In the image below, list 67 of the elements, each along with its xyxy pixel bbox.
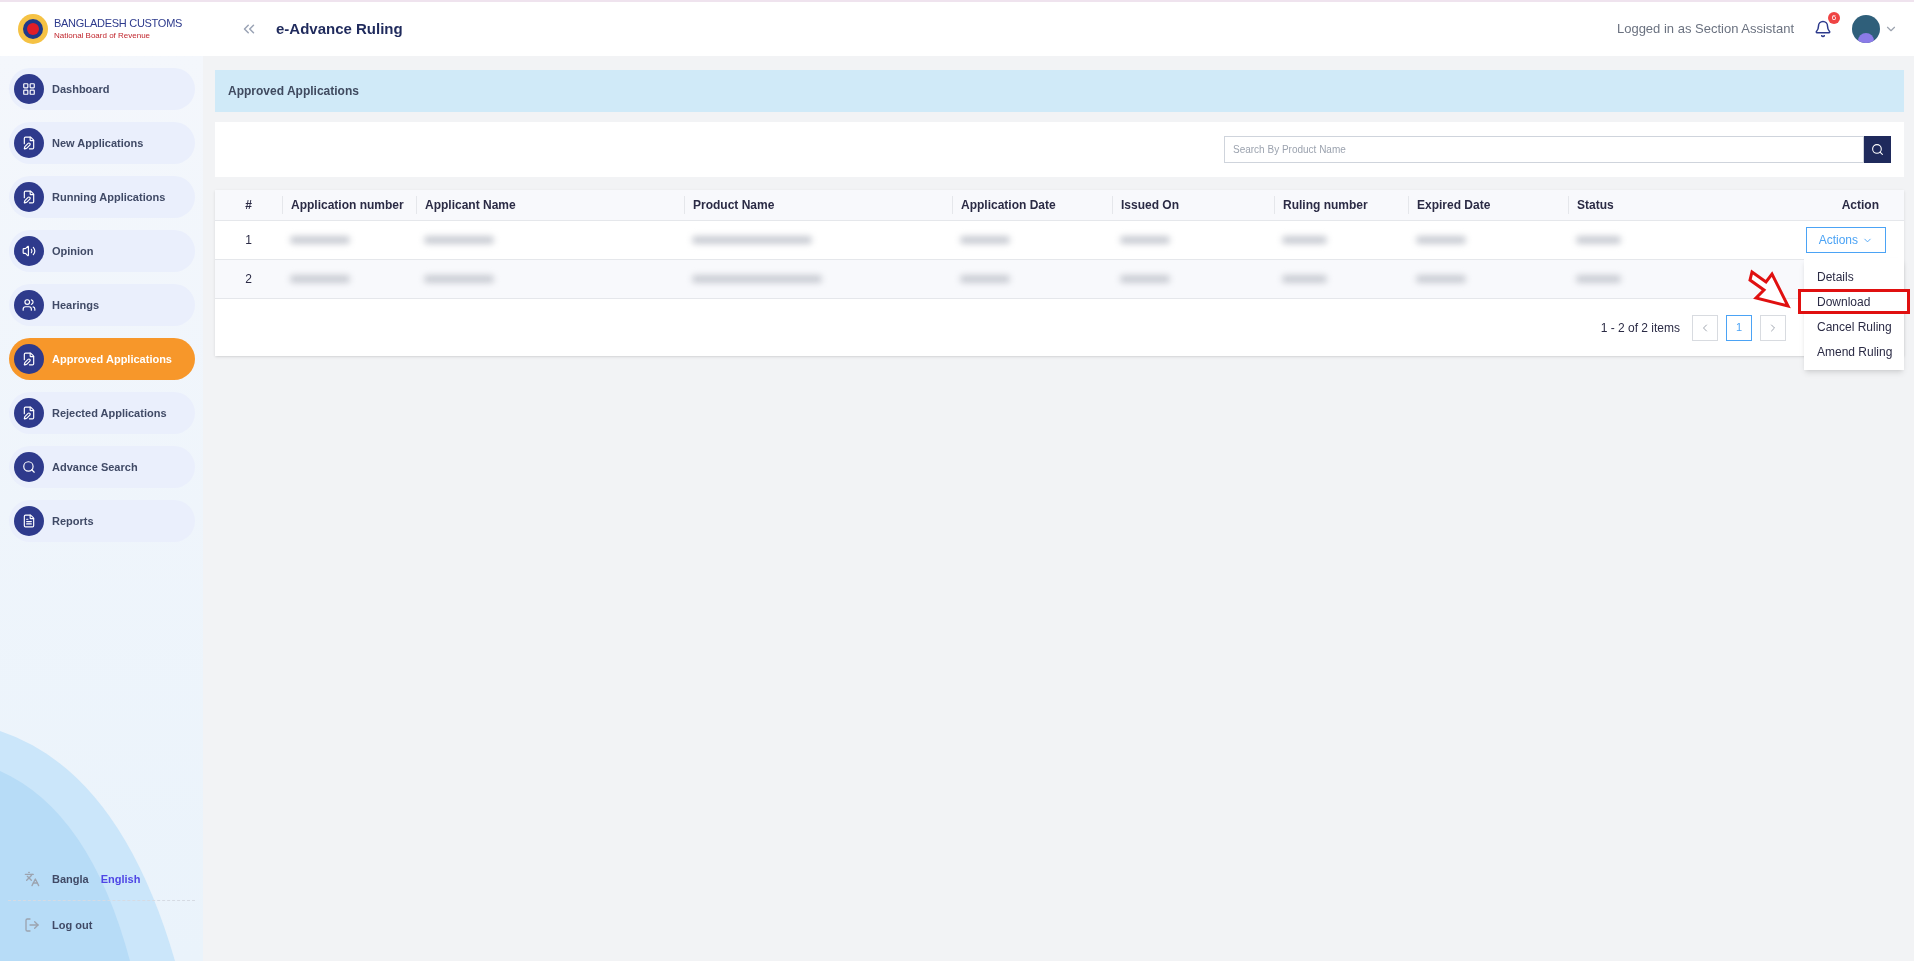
redacted-text	[960, 275, 1010, 283]
search-icon	[22, 460, 36, 474]
page-title: Approved Applications	[228, 83, 359, 100]
document-edit-icon	[22, 406, 36, 420]
document-icon	[22, 514, 36, 528]
redacted-text	[1120, 275, 1170, 283]
pagination-summary: 1 - 2 of 2 items	[1600, 319, 1680, 337]
translate-icon	[24, 871, 40, 888]
redacted-text	[1120, 236, 1170, 244]
logged-in-user-text: Logged in as Section Assistant	[1616, 20, 1794, 39]
logout-button[interactable]: Log out	[0, 900, 203, 949]
search-field[interactable]: Search By Product Name	[1224, 136, 1864, 163]
redacted-text	[424, 236, 494, 244]
column-header: Status	[1568, 196, 1703, 214]
language-option[interactable]: Bangla	[52, 871, 89, 888]
app-title: e-Advance Ruling	[276, 18, 403, 39]
redacted-text	[290, 275, 350, 283]
redacted-text	[1282, 236, 1327, 244]
redacted-text	[1416, 275, 1466, 283]
notification-count: 6	[1828, 12, 1840, 24]
logout-icon	[24, 916, 40, 933]
sidebar-item[interactable]: Running Applications	[9, 176, 195, 218]
document-edit-icon	[22, 352, 36, 366]
column-header: Ruling number	[1274, 196, 1408, 214]
menu-item[interactable]: Cancel Ruling	[1798, 314, 1910, 339]
speaker-icon	[22, 244, 36, 258]
column-header: #	[245, 197, 252, 214]
language-option[interactable]: English	[100, 871, 141, 888]
sidebar-item[interactable]: Hearings	[9, 284, 195, 326]
document-edit-icon	[22, 190, 36, 204]
next-page-button[interactable]	[1760, 314, 1786, 341]
avatar[interactable]	[1852, 15, 1880, 43]
row-number: 2	[245, 271, 252, 288]
customs-emblem-icon	[16, 12, 50, 46]
menu-item[interactable]: Amend Ruling	[1798, 339, 1910, 364]
sidebar-item[interactable]: Rejected Applications	[9, 392, 195, 434]
column-header: Applicant Name	[416, 196, 684, 214]
notification-bell-icon[interactable]	[1814, 20, 1832, 38]
column-header: Application Date	[952, 196, 1112, 214]
logo-subtitle: National Board of Revenue	[54, 30, 152, 41]
redacted-text	[1282, 275, 1327, 283]
redacted-text	[960, 236, 1010, 244]
row-number: 1	[245, 232, 252, 249]
menu-item[interactable]: Details	[1798, 264, 1910, 289]
column-header: Issued On	[1112, 196, 1274, 214]
sidebar-item[interactable]: Dashboard	[9, 68, 195, 110]
menu-item[interactable]: Download	[1798, 289, 1910, 314]
document-edit-icon	[22, 136, 36, 150]
redacted-text	[290, 236, 350, 244]
sidebar-item[interactable]: Advance Search	[9, 446, 195, 488]
redacted-text	[1576, 236, 1621, 244]
search-icon	[1871, 143, 1884, 156]
redacted-text	[424, 275, 494, 283]
column-header: Application number	[282, 196, 416, 214]
column-header: Expired Date	[1408, 196, 1568, 214]
redacted-text	[1576, 275, 1621, 283]
column-header: Product Name	[684, 196, 952, 214]
logo-title: BANGLADESH CUSTOMS	[54, 17, 183, 31]
sidebar-item[interactable]: Opinion	[9, 230, 195, 272]
search-button[interactable]	[1864, 136, 1891, 163]
redacted-text	[1416, 236, 1466, 244]
sidebar-item[interactable]: Reports	[9, 500, 195, 542]
previous-page-button[interactable]	[1692, 314, 1718, 341]
grid-icon	[22, 82, 36, 96]
sidebar-item[interactable]: New Applications	[9, 122, 195, 164]
column-header: Action	[1841, 197, 1880, 214]
people-icon	[22, 298, 36, 312]
